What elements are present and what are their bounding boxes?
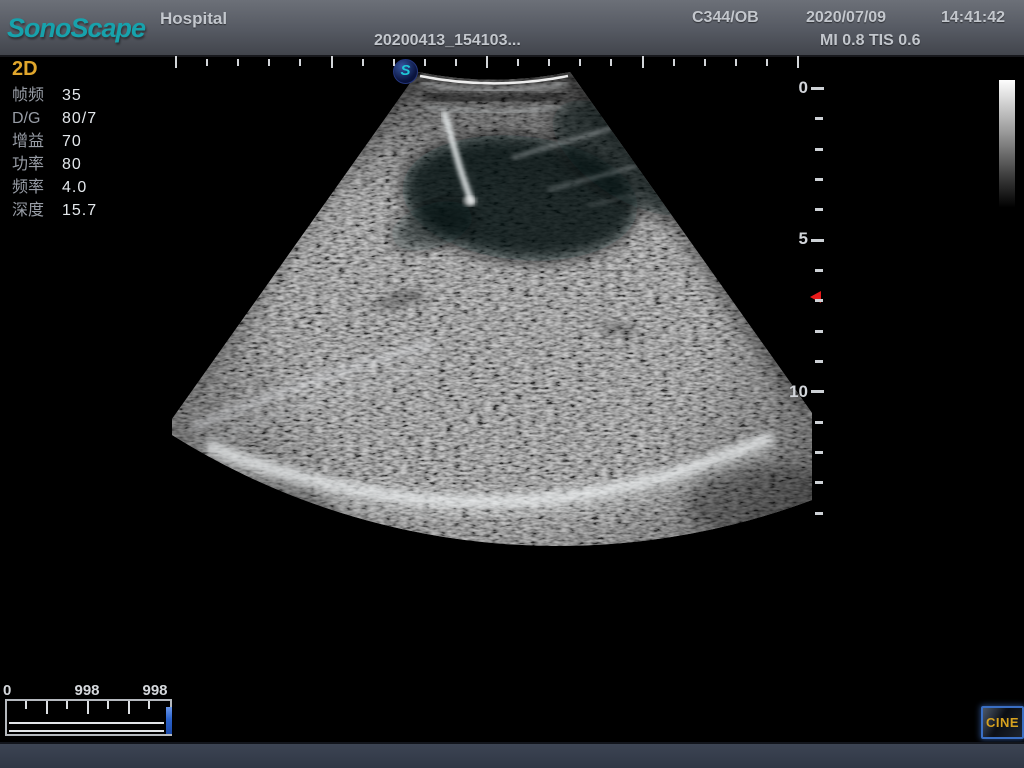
param-label: 功率 (12, 153, 62, 176)
exam-date: 2020/07/09 (806, 9, 886, 27)
param-value: 15.7 (62, 199, 97, 222)
hospital-name: Hospital (160, 9, 227, 29)
param-row-frequency: 频率 4.0 (12, 176, 97, 199)
exam-id: 20200413_154103... (374, 32, 521, 50)
param-row-depth: 深度 15.7 (12, 199, 97, 222)
param-row-gain: 增益 70 (12, 130, 97, 153)
param-value: 80/7 (62, 107, 97, 130)
cine-scrubber-track[interactable] (5, 699, 172, 736)
cine-button[interactable]: CINE (981, 706, 1024, 739)
probe-preset: C344/OB (692, 9, 759, 27)
mode-label: 2D (12, 58, 97, 81)
cine-track-line (9, 722, 164, 732)
param-label: 深度 (12, 199, 62, 222)
param-value: 35 (62, 84, 82, 107)
param-value: 70 (62, 130, 82, 153)
param-row-power: 功率 80 (12, 153, 97, 176)
depth-label-10: 10 (778, 382, 808, 402)
param-label: 帧频 (12, 84, 62, 107)
exam-time: 14:41:42 (941, 9, 1005, 27)
depth-label-5: 5 (778, 229, 808, 249)
ultrasound-screen: SonoScape Hospital 20200413_154103... C3… (0, 0, 1024, 768)
parameter-panel: 2D 帧频 35 D/G 80/7 增益 70 功率 80 频率 4.0 深度 … (12, 58, 97, 222)
sonoscape-logo: SonoScape (7, 13, 145, 44)
param-label: D/G (12, 107, 62, 130)
cine-frame-current: 998 (134, 682, 176, 699)
probe-orientation-marker-icon: S (393, 59, 418, 84)
cine-button-label: CINE (986, 715, 1019, 730)
top-bar: SonoScape Hospital 20200413_154103... C3… (0, 0, 1024, 57)
param-label: 增益 (12, 130, 62, 153)
mi-tis-readout: MI 0.8 TIS 0.6 (820, 32, 920, 50)
cine-frame-start: 0 (3, 682, 11, 699)
param-value: 80 (62, 153, 82, 176)
ultrasound-image (0, 0, 1024, 768)
depth-label-0: 0 (778, 78, 808, 98)
cine-position-marker[interactable] (166, 707, 172, 734)
status-bar (0, 742, 1024, 768)
grayscale-bar (999, 80, 1015, 210)
param-label: 频率 (12, 176, 62, 199)
cine-frame-total: 998 (66, 682, 108, 699)
param-row-frame-rate: 帧频 35 (12, 84, 97, 107)
param-value: 4.0 (62, 176, 87, 199)
param-row-dynamic-range: D/G 80/7 (12, 107, 97, 130)
